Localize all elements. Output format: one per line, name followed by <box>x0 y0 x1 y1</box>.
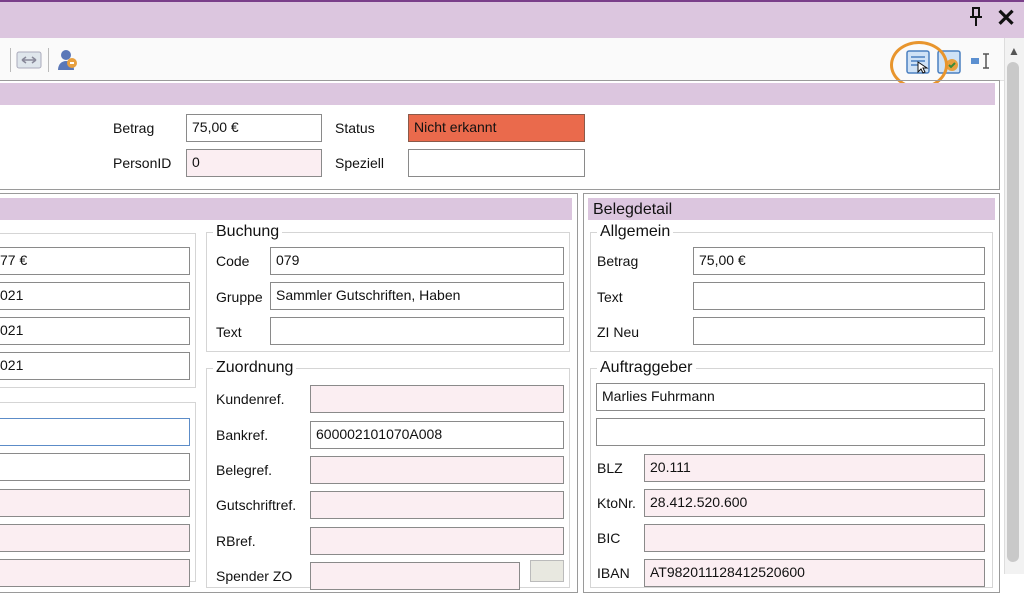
blz-field[interactable]: 20.111 <box>644 454 985 482</box>
speziell-label: Speziell <box>335 155 385 171</box>
bic-label: BIC <box>597 530 621 546</box>
left-field-3[interactable]: 021 <box>0 317 190 345</box>
users-icon[interactable] <box>56 48 80 75</box>
auftraggeber-name-field[interactable]: Marlies Fuhrmann <box>596 383 985 411</box>
toolbar-separator <box>10 48 11 72</box>
code-field[interactable]: 079 <box>270 247 564 275</box>
zlneu-field[interactable] <box>693 317 985 345</box>
text-field[interactable] <box>270 317 564 345</box>
gruppe-field[interactable]: Sammler Gutschriften, Haben <box>270 282 564 310</box>
belegref-field[interactable] <box>310 456 564 484</box>
belegref-label: Belegref. <box>216 462 273 478</box>
status-field[interactable]: Nicht erkannt <box>408 114 585 142</box>
toolbar-separator <box>48 48 49 72</box>
spender-lookup-button[interactable] <box>530 560 564 582</box>
bankref-field[interactable]: 600002101070A008 <box>310 421 564 449</box>
close-icon[interactable]: ✕ <box>996 4 1016 33</box>
iban-label: IBAN <box>597 565 630 581</box>
left-field-7[interactable] <box>0 489 190 517</box>
status-label: Status <box>335 120 375 136</box>
bd-betrag-label: Betrag <box>597 253 639 269</box>
left-field-1[interactable]: 77 € <box>0 247 190 275</box>
rbref-field[interactable] <box>310 527 564 555</box>
scroll-up-icon[interactable]: ▲ <box>1008 44 1020 58</box>
kundenref-field[interactable] <box>310 385 564 413</box>
rbref-label: RBref. <box>216 533 256 549</box>
scrollbar-thumb[interactable] <box>1007 62 1019 562</box>
spender-field[interactable] <box>310 562 520 590</box>
gutschriftref-label: Gutschriftref. <box>216 497 297 513</box>
toolbar <box>0 38 1024 81</box>
gruppe-label: Gruppe <box>216 289 263 305</box>
buchung-title: Buchung <box>213 223 283 241</box>
kundenref-label: Kundenref. <box>216 391 285 407</box>
bd-text-field[interactable] <box>693 282 985 310</box>
personid-field[interactable]: 0 <box>186 149 322 177</box>
speziell-field[interactable] <box>408 149 585 177</box>
bic-field[interactable] <box>644 524 985 552</box>
spender-label: Spender ZO <box>216 568 293 584</box>
auftraggeber-line2-field[interactable] <box>596 418 985 446</box>
top-panel-header <box>0 83 995 105</box>
left-field-5[interactable] <box>0 418 190 446</box>
left-field-9[interactable] <box>0 559 190 587</box>
ktonr-field[interactable]: 28.412.520.600 <box>644 489 985 517</box>
text-cursor-icon[interactable] <box>970 52 992 73</box>
main-left-header <box>0 198 572 220</box>
bd-text-label: Text <box>597 289 623 305</box>
ktonr-label: KtoNr. <box>597 495 636 511</box>
belegdetail-title: Belegdetail <box>593 201 673 218</box>
iban-field[interactable]: AT982011128412520600 <box>644 559 985 587</box>
left-field-8[interactable] <box>0 524 190 552</box>
arrows-icon[interactable] <box>16 50 42 73</box>
personid-label: PersonID <box>113 155 172 171</box>
betrag-field[interactable]: 75,00 € <box>186 114 322 142</box>
zlneu-label: ZI Neu <box>597 324 640 340</box>
auftraggeber-title: Auftraggeber <box>597 359 696 377</box>
allgemein-title: Allgemein <box>597 223 674 241</box>
window-title-bar <box>0 0 1024 38</box>
blz-label: BLZ <box>597 460 623 476</box>
code-label: Code <box>216 253 250 269</box>
left-field-6[interactable] <box>0 453 190 481</box>
bankref-label: Bankref. <box>216 427 269 443</box>
bd-betrag-field[interactable]: 75,00 € <box>693 247 985 275</box>
pin-icon[interactable] <box>968 6 984 34</box>
betrag-label: Betrag <box>113 120 155 136</box>
text-label: Text <box>216 324 242 340</box>
zuordnung-title: Zuordnung <box>213 359 297 377</box>
left-field-2[interactable]: 021 <box>0 282 190 310</box>
left-field-4[interactable]: 021 <box>0 352 190 380</box>
gutschriftref-field[interactable] <box>310 491 564 519</box>
